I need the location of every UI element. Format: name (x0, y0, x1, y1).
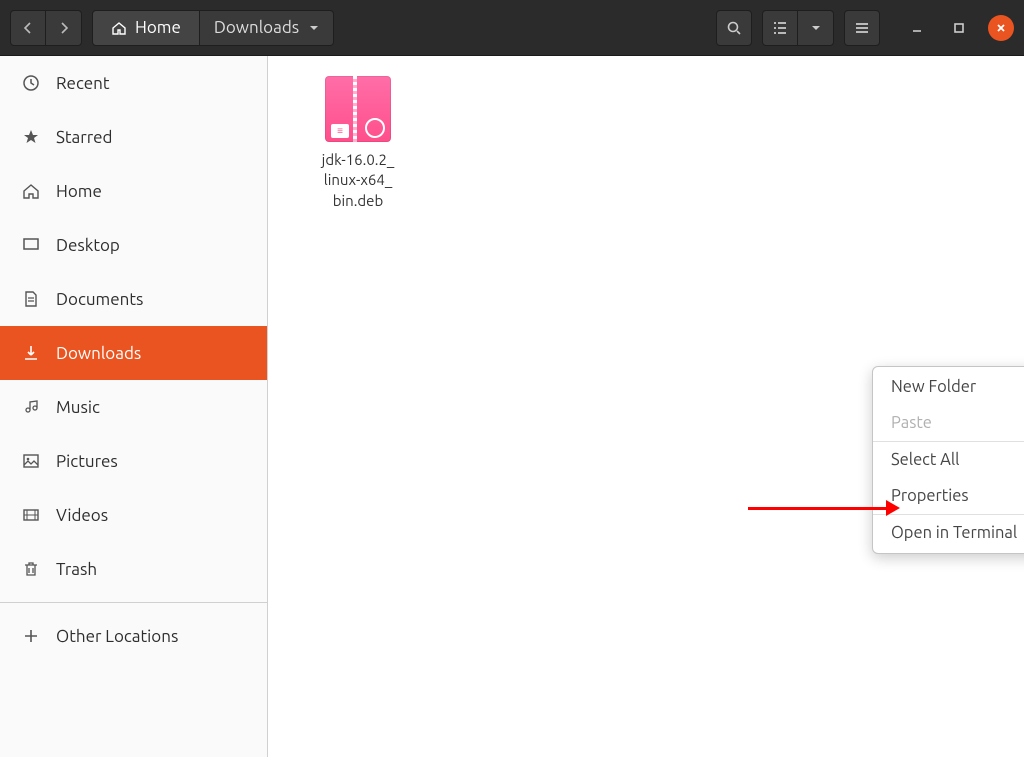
ctx-label: Properties (891, 487, 969, 505)
picture-icon (20, 452, 42, 470)
sidebar-item-documents[interactable]: Documents (0, 272, 267, 326)
close-button[interactable] (988, 15, 1014, 41)
back-button[interactable] (10, 10, 46, 46)
header-right (716, 10, 1014, 46)
ctx-label: Select All (891, 451, 960, 469)
sidebar-item-downloads[interactable]: Downloads (0, 326, 267, 380)
breadcrumb: Home Downloads (92, 10, 334, 46)
sidebar-item-label: Desktop (56, 236, 120, 255)
sidebar-item-label: Home (56, 182, 102, 201)
header-bar: Home Downloads (0, 0, 1024, 56)
music-icon (20, 398, 42, 416)
sidebar-item-recent[interactable]: Recent (0, 56, 267, 110)
breadcrumb-home[interactable]: Home (92, 10, 200, 46)
sidebar-item-home[interactable]: Home (0, 164, 267, 218)
ctx-label: Open in Terminal (891, 524, 1017, 542)
breadcrumb-current-label: Downloads (214, 18, 299, 37)
view-group (762, 10, 834, 46)
sidebar-item-pictures[interactable]: Pictures (0, 434, 267, 488)
search-button[interactable] (716, 10, 752, 46)
body: Recent Starred Home Desktop Documents Do… (0, 56, 1024, 757)
trash-icon (20, 560, 42, 578)
plus-icon (20, 627, 42, 645)
clock-icon (20, 74, 42, 92)
sidebar-item-label: Music (56, 398, 100, 417)
ctx-label: Paste (891, 414, 932, 432)
video-icon (20, 506, 42, 524)
ctx-label: New Folder (891, 378, 976, 396)
breadcrumb-current[interactable]: Downloads (200, 10, 334, 46)
sidebar-item-label: Downloads (56, 344, 141, 363)
window-controls (904, 15, 1014, 41)
sidebar-item-desktop[interactable]: Desktop (0, 218, 267, 272)
desktop-icon (20, 236, 42, 254)
file-name: jdk-16.0.2_ linux-x64_ bin.deb (298, 150, 418, 211)
sidebar-item-label: Starred (56, 128, 113, 147)
sidebar-item-other-locations[interactable]: Other Locations (0, 609, 267, 663)
main-pane[interactable]: jdk-16.0.2_ linux-x64_ bin.deb New Folde… (268, 56, 1024, 757)
sidebar: Recent Starred Home Desktop Documents Do… (0, 56, 268, 757)
maximize-button[interactable] (946, 15, 972, 41)
hamburger-menu-button[interactable] (844, 10, 880, 46)
document-icon (20, 290, 42, 308)
sidebar-item-label: Videos (56, 506, 108, 525)
sidebar-item-label: Pictures (56, 452, 118, 471)
home-icon (20, 182, 42, 200)
ctx-properties[interactable]: Properties (873, 478, 1024, 514)
context-menu: New Folder Shift+Ctrl+N Paste Select All… (872, 366, 1024, 554)
view-dropdown-button[interactable] (798, 10, 834, 46)
sidebar-item-label: Recent (56, 74, 110, 93)
sidebar-divider (0, 602, 267, 603)
sidebar-item-music[interactable]: Music (0, 380, 267, 434)
download-icon (20, 344, 42, 362)
sidebar-item-label: Other Locations (56, 627, 178, 646)
sidebar-item-label: Trash (56, 560, 97, 579)
forward-button[interactable] (46, 10, 82, 46)
ctx-new-folder[interactable]: New Folder Shift+Ctrl+N (873, 369, 1024, 405)
sidebar-item-starred[interactable]: Starred (0, 110, 267, 164)
ctx-open-terminal[interactable]: Open in Terminal (873, 515, 1024, 551)
ctx-select-all[interactable]: Select All Ctrl+A (873, 442, 1024, 478)
deb-package-icon (325, 76, 391, 142)
minimize-button[interactable] (904, 15, 930, 41)
chevron-down-icon (309, 23, 319, 33)
list-view-button[interactable] (762, 10, 798, 46)
file-item[interactable]: jdk-16.0.2_ linux-x64_ bin.deb (298, 76, 418, 211)
nav-buttons (10, 10, 82, 46)
breadcrumb-home-label: Home (135, 18, 181, 37)
star-icon (20, 128, 42, 146)
sidebar-item-trash[interactable]: Trash (0, 542, 267, 596)
home-icon (111, 20, 127, 36)
ctx-paste: Paste (873, 405, 1024, 441)
sidebar-item-label: Documents (56, 290, 143, 309)
sidebar-item-videos[interactable]: Videos (0, 488, 267, 542)
